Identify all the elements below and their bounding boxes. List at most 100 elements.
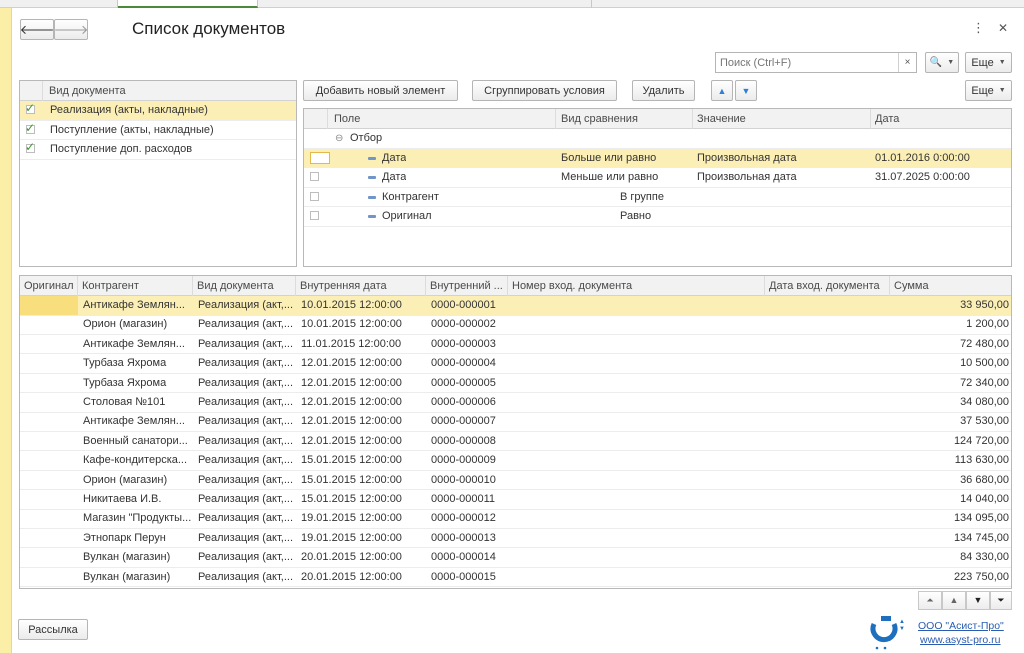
company-link[interactable]: ООО "Асист-Про": [918, 620, 1004, 632]
filter-date[interactable]: 31.07.2025 0:00:00: [875, 168, 970, 187]
document-row[interactable]: Турбаза Яхрома Реализация (акт,... 12.01.2…: [20, 354, 1011, 374]
window-tab[interactable]: [258, 0, 592, 8]
scroll-first-button[interactable]: ⏶: [918, 591, 942, 610]
document-row[interactable]: Магазин "Продукты... Реализация (акт,... 1…: [20, 509, 1011, 529]
filter-date[interactable]: 01.01.2016 0:00:00: [875, 149, 970, 168]
scroll-prev-button[interactable]: ▲: [942, 591, 966, 610]
documents-column-header[interactable]: Вид документа: [193, 276, 296, 296]
filter-check-column-header: [304, 109, 328, 129]
documents-column-header[interactable]: Внутренний ...: [426, 276, 508, 296]
document-row[interactable]: Военный санатори... Реализация (акт,... 12…: [20, 432, 1011, 452]
document-row[interactable]: Турбаза Яхрома Реализация (акт,... 12.01.2…: [20, 374, 1011, 394]
document-row[interactable]: Антикафе Землян... Реализация (акт,... 11.…: [20, 335, 1011, 355]
filter-comparison-column-header[interactable]: Вид сравнения: [557, 109, 693, 129]
documents-column-header[interactable]: Оригинал: [20, 276, 78, 296]
delete-button[interactable]: Удалить: [632, 80, 695, 101]
back-button[interactable]: 🡐: [20, 19, 54, 40]
document-row[interactable]: Вулкан (магазин) Реализация (акт,... 20.01…: [20, 548, 1011, 568]
filter-comparison[interactable]: Равно: [620, 207, 651, 226]
window-tab-active[interactable]: [118, 0, 258, 8]
document-number: 0000-000001: [431, 299, 496, 311]
filter-enable-checkbox[interactable]: [310, 191, 319, 201]
more-actions-icon[interactable]: ⋮: [972, 20, 985, 36]
mailing-button[interactable]: Рассылка: [18, 619, 88, 640]
document-row[interactable]: Кафе-кондитерска... Реализация (акт,... 15…: [20, 451, 1011, 471]
scroll-last-button[interactable]: ⏷: [990, 591, 1012, 610]
document-type: Реализация (акт,...: [198, 376, 294, 389]
document-type: Реализация (акт,...: [198, 473, 294, 486]
document-row[interactable]: Никитаева И.В. Реализация (акт,... 15.01.2…: [20, 490, 1011, 510]
arrow-right-icon: 🡒: [53, 21, 89, 37]
document-type: Реализация (акт,...: [198, 551, 294, 564]
scroll-next-button[interactable]: ▼: [966, 591, 990, 610]
document-number: 0000-000010: [431, 473, 496, 486]
original-cell: [20, 296, 78, 315]
document-type-row[interactable]: ✓ Реализация (акты, накладные): [20, 101, 296, 121]
filter-value[interactable]: Произвольная дата: [697, 168, 797, 187]
document-counterparty: Никитаева И.В.: [83, 493, 162, 505]
field-marker-icon: [368, 195, 376, 199]
document-type: Реализация (акт,...: [198, 454, 294, 467]
document-type: Реализация (акт,...: [198, 357, 294, 370]
document-date: 12.01.2015 12:00:00: [301, 434, 402, 447]
add-element-button[interactable]: Добавить новый элемент: [303, 80, 458, 101]
chevron-down-icon: ▼: [947, 59, 955, 66]
search-input[interactable]: [716, 53, 896, 72]
search-icon: 🔍: [929, 57, 943, 68]
move-up-button[interactable]: ▲: [711, 80, 733, 101]
document-row[interactable]: Столовая №101 Реализация (акт,... 12.01.20…: [20, 393, 1011, 413]
filter-value-column-header[interactable]: Значение: [693, 109, 871, 129]
document-counterparty: Орион (магазин): [83, 318, 168, 331]
document-type: Реализация (акт,...: [198, 415, 294, 428]
document-type: Реализация (акт,...: [198, 531, 294, 544]
document-row[interactable]: Орион (магазин) Реализация (акт,... 15.01.…: [20, 471, 1011, 491]
filter-row[interactable]: Оригинал Равно: [304, 207, 1011, 227]
document-row[interactable]: Вулкан (магазин) Реализация (акт,... 20.01…: [20, 568, 1011, 588]
document-date: 15.01.2015 12:00:00: [301, 493, 402, 505]
document-date: 19.01.2015 12:00:00: [301, 531, 402, 544]
filter-row[interactable]: Контрагент В группе: [304, 188, 1011, 208]
clear-search-icon[interactable]: ×: [898, 53, 916, 72]
filter-field-column-header[interactable]: Поле: [330, 109, 556, 129]
document-type: Реализация (акт,...: [198, 570, 294, 583]
forward-button[interactable]: 🡒: [54, 19, 88, 40]
filter-row[interactable]: Дата Больше или равно Произвольная дата 01.…: [304, 148, 1011, 169]
document-row[interactable]: Антикафе Землян... Реализация (акт,... 10.…: [20, 296, 1011, 316]
filter-group-row[interactable]: ⊖ Отбор: [304, 129, 1011, 149]
document-type-row[interactable]: ✓ Поступление доп. расходов: [20, 140, 296, 160]
documents-column-header[interactable]: Дата вход. документа: [765, 276, 890, 296]
document-row[interactable]: Орион (магазин) Реализация (акт,... 10.01.…: [20, 315, 1011, 335]
document-type-row[interactable]: ✓ Поступление (акты, накладные): [20, 121, 296, 141]
document-counterparty: Турбаза Яхрома: [83, 357, 167, 370]
search-button[interactable]: 🔍 ▼: [925, 52, 959, 73]
window-tab[interactable]: [0, 0, 118, 8]
documents-column-header[interactable]: Номер вход. документа: [508, 276, 765, 296]
filter-row[interactable]: Дата Меньше или равно Произвольная дата 31.…: [304, 168, 1011, 188]
more-button-filter[interactable]: Еще ▼: [965, 80, 1012, 101]
collapse-group-icon[interactable]: ⊖: [335, 129, 343, 148]
more-button-label: Еще: [971, 56, 994, 69]
document-date: 12.01.2015 12:00:00: [301, 396, 402, 408]
documents-column-header[interactable]: Контрагент: [78, 276, 193, 296]
more-button-top[interactable]: Еще ▼: [965, 52, 1012, 73]
checkmark-icon: ✓: [25, 101, 36, 115]
website-link[interactable]: www.asyst-pro.ru: [920, 634, 1001, 646]
more-button-label: Еще: [971, 84, 994, 97]
filter-date-column-header[interactable]: Дата: [871, 109, 1011, 129]
filter-value[interactable]: Произвольная дата: [697, 149, 797, 168]
document-type-column-header[interactable]: Вид документа: [45, 81, 296, 101]
filter-enable-checkbox[interactable]: [310, 151, 330, 164]
group-conditions-button[interactable]: Сгруппировать условия: [472, 80, 617, 101]
close-icon[interactable]: ✕: [998, 21, 1008, 35]
filter-comparison[interactable]: Меньше или равно: [561, 168, 658, 187]
move-down-button[interactable]: ▼: [735, 80, 757, 101]
filter-enable-checkbox[interactable]: [310, 172, 319, 182]
filter-comparison[interactable]: Больше или равно: [561, 149, 656, 168]
filter-enable-checkbox[interactable]: [310, 211, 319, 221]
document-row[interactable]: Этнопарк Перун Реализация (акт,... 19.01.2…: [20, 529, 1011, 549]
filter-comparison[interactable]: В группе: [620, 188, 664, 207]
document-date: 10.01.2015 12:00:00: [301, 299, 402, 311]
documents-column-header[interactable]: Внутренняя дата: [296, 276, 426, 296]
document-row[interactable]: Антикафе Землян... Реализация (акт,... 12.…: [20, 412, 1011, 432]
documents-column-header[interactable]: Сумма: [890, 276, 1011, 296]
